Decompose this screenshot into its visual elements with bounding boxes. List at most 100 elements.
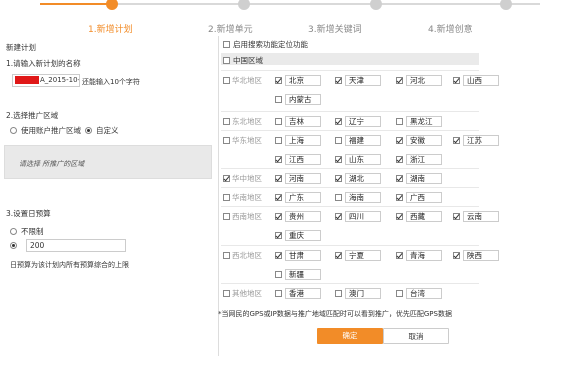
province-option[interactable]: 内蒙古	[275, 94, 321, 105]
province-option[interactable]: 台湾	[396, 288, 442, 299]
checkbox-icon[interactable]	[396, 118, 403, 125]
province-option[interactable]: 湖南	[396, 173, 442, 184]
checkbox-icon[interactable]	[223, 290, 230, 297]
checkbox-checked-icon[interactable]	[453, 252, 460, 259]
checkbox-icon[interactable]	[223, 194, 230, 201]
region-checkbox[interactable]: 其他地区	[223, 288, 262, 299]
checkbox-checked-icon[interactable]	[335, 252, 342, 259]
checkbox-icon[interactable]	[223, 252, 230, 259]
checkbox-icon[interactable]	[275, 96, 282, 103]
budget-custom-radio[interactable]	[10, 242, 17, 249]
checkbox-checked-icon[interactable]	[453, 77, 460, 84]
checkbox-icon[interactable]	[396, 290, 403, 297]
budget-option-unlimited[interactable]: 不限制	[10, 226, 44, 237]
checkbox-icon[interactable]	[335, 137, 342, 144]
province-name: 宁夏	[345, 250, 381, 261]
province-option[interactable]: 湖北	[335, 173, 381, 184]
checkbox-checked-icon[interactable]	[275, 156, 282, 163]
region-checkbox[interactable]: 华东地区	[223, 135, 262, 146]
checkbox-checked-icon[interactable]	[275, 232, 282, 239]
budget-input[interactable]: 200	[26, 239, 126, 252]
province-option[interactable]: 福建	[335, 135, 381, 146]
province-option[interactable]: 四川	[335, 211, 381, 222]
checkbox-icon[interactable]	[223, 57, 230, 64]
checkbox-checked-icon[interactable]	[396, 156, 403, 163]
checkbox-checked-icon[interactable]	[275, 194, 282, 201]
province-option[interactable]: 贵州	[275, 211, 321, 222]
province-option[interactable]: 新疆	[275, 269, 321, 280]
region-name: 西北地区	[232, 251, 262, 260]
china-region-option[interactable]: 中国区域	[223, 55, 263, 66]
region-checkbox[interactable]: 华北地区	[223, 75, 262, 86]
province-option[interactable]: 河南	[275, 173, 321, 184]
province-option[interactable]: 安徽	[396, 135, 442, 146]
checkbox-icon[interactable]	[335, 194, 342, 201]
checkbox-checked-icon[interactable]	[335, 118, 342, 125]
region-checkbox[interactable]: 华南地区	[223, 192, 262, 203]
step-dot-3	[370, 0, 382, 10]
province-option[interactable]: 黑龙江	[396, 116, 442, 127]
checkbox-icon[interactable]	[223, 118, 230, 125]
checkbox-icon[interactable]	[275, 290, 282, 297]
province-option[interactable]: 辽宁	[335, 116, 381, 127]
province-option[interactable]: 山西	[453, 75, 499, 86]
province-option[interactable]: 江西	[275, 154, 321, 165]
province-option[interactable]: 浙江	[396, 154, 442, 165]
province-option[interactable]: 北京	[275, 75, 321, 86]
checkbox-checked-icon[interactable]	[453, 137, 460, 144]
step-label-4: 4.新增创意	[428, 25, 473, 35]
province-option[interactable]: 河北	[396, 75, 442, 86]
region-checkbox[interactable]: 东北地区	[223, 116, 262, 127]
checkbox-checked-icon[interactable]	[396, 175, 403, 182]
province-option[interactable]: 重庆	[275, 230, 321, 241]
confirm-button[interactable]: 确定	[317, 328, 383, 344]
region-checkbox[interactable]: 华中地区	[223, 173, 262, 184]
region-checkbox[interactable]: 西北地区	[223, 250, 262, 261]
checkbox-icon[interactable]	[223, 41, 230, 48]
province-option[interactable]: 澳门	[335, 288, 381, 299]
checkbox-icon[interactable]	[275, 118, 282, 125]
province-option[interactable]: 广西	[396, 192, 442, 203]
province-option[interactable]: 宁夏	[335, 250, 381, 261]
province-option[interactable]: 甘肃	[275, 250, 321, 261]
region-checkbox[interactable]: 西南地区	[223, 211, 262, 222]
province-option[interactable]: 香港	[275, 288, 321, 299]
checkbox-checked-icon[interactable]	[335, 156, 342, 163]
province-option[interactable]: 天津	[335, 75, 381, 86]
province-option[interactable]: 云南	[453, 211, 499, 222]
checkbox-icon[interactable]	[223, 213, 230, 220]
checkbox-checked-icon[interactable]	[223, 175, 230, 182]
province-option[interactable]: 山东	[335, 154, 381, 165]
radio-checked-icon[interactable]	[85, 127, 92, 134]
province-option[interactable]: 江苏	[453, 135, 499, 146]
province-option[interactable]: 陕西	[453, 250, 499, 261]
cancel-button[interactable]: 取消	[383, 328, 449, 344]
checkbox-icon[interactable]	[223, 77, 230, 84]
province-option[interactable]: 海南	[335, 192, 381, 203]
checkbox-checked-icon[interactable]	[275, 213, 282, 220]
checkbox-icon[interactable]	[275, 271, 282, 278]
province-option[interactable]: 广东	[275, 192, 321, 203]
province-option[interactable]: 上海	[275, 135, 321, 146]
checkbox-checked-icon[interactable]	[453, 213, 460, 220]
checkbox-checked-icon[interactable]	[275, 77, 282, 84]
plan-name-input[interactable]: A_2015-10-29	[12, 74, 80, 87]
checkbox-icon[interactable]	[223, 137, 230, 144]
checkbox-checked-icon[interactable]	[396, 252, 403, 259]
checkbox-checked-icon[interactable]	[396, 77, 403, 84]
checkbox-checked-icon[interactable]	[335, 175, 342, 182]
checkbox-icon[interactable]	[335, 290, 342, 297]
checkbox-checked-icon[interactable]	[396, 213, 403, 220]
checkbox-checked-icon[interactable]	[335, 213, 342, 220]
gps-option[interactable]: 启用搜索功能定位功能	[223, 39, 308, 50]
checkbox-checked-icon[interactable]	[396, 194, 403, 201]
checkbox-checked-icon[interactable]	[275, 175, 282, 182]
checkbox-icon[interactable]	[275, 137, 282, 144]
checkbox-checked-icon[interactable]	[275, 252, 282, 259]
province-option[interactable]: 西藏	[396, 211, 442, 222]
region-option-account[interactable]: 使用账户推广区域 自定义	[10, 125, 119, 136]
checkbox-checked-icon[interactable]	[335, 77, 342, 84]
province-option[interactable]: 吉林	[275, 116, 321, 127]
checkbox-checked-icon[interactable]	[396, 137, 403, 144]
province-option[interactable]: 青海	[396, 250, 442, 261]
